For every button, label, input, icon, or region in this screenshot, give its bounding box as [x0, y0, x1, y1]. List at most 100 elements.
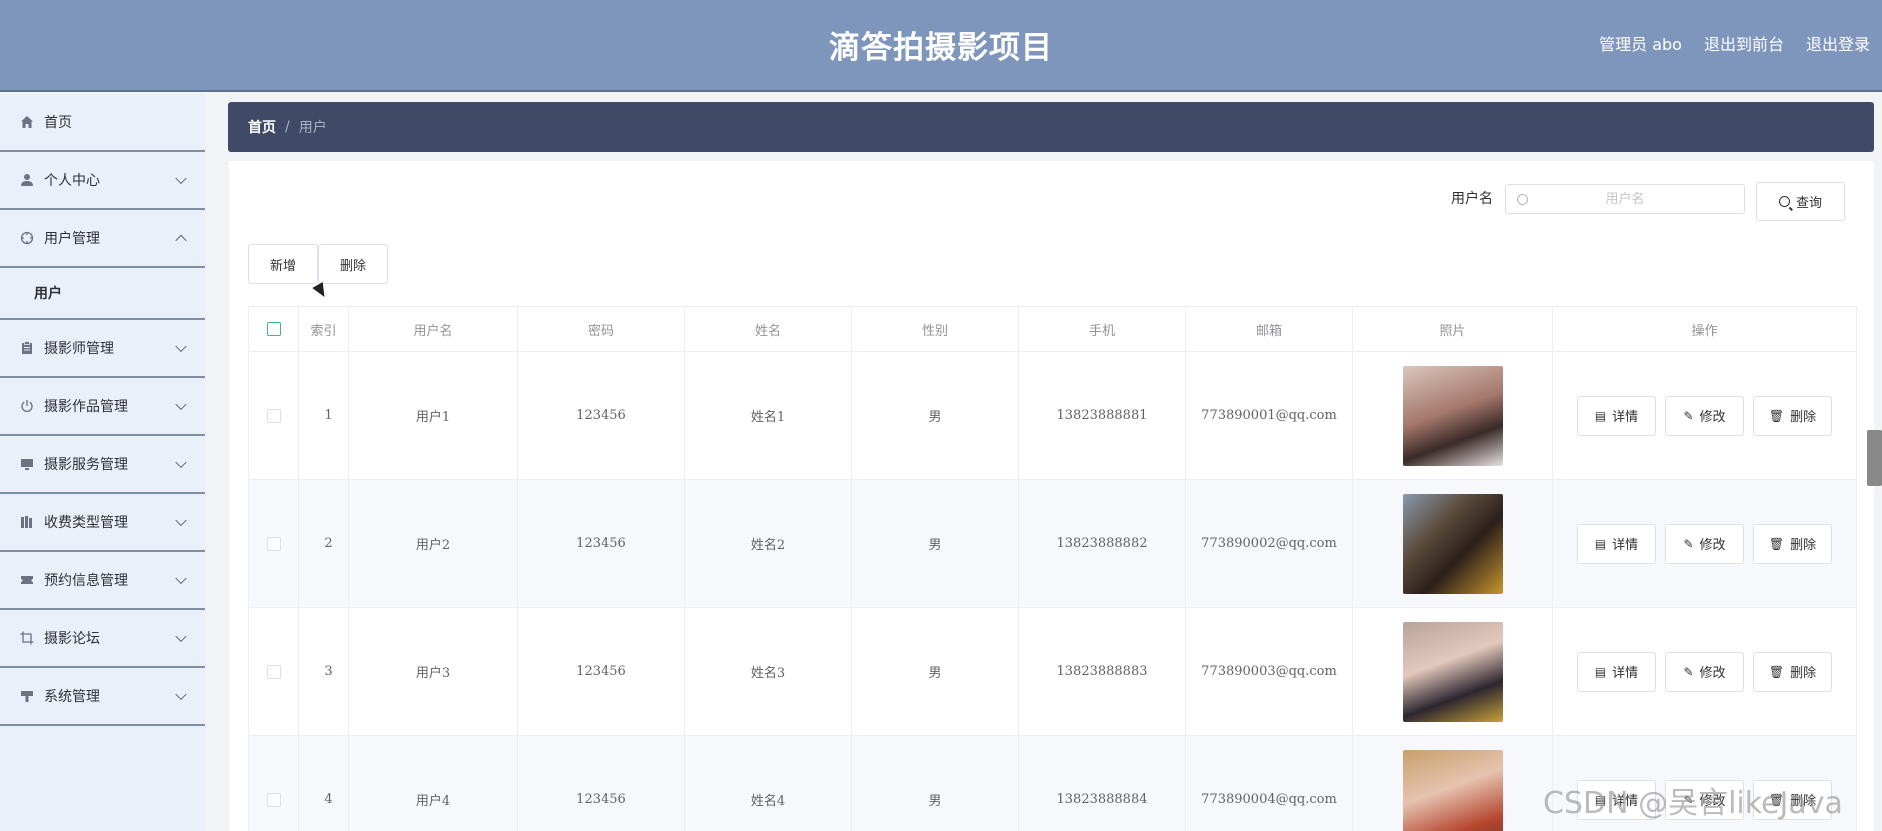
sidebar-item-label: 个人中心 [44, 173, 100, 189]
chevron-down-icon [175, 172, 187, 185]
sidebar: 首页 个人中心 用户管理 用户 摄影师管理 摄影作品管理 摄影服务管理 收费类型… [0, 94, 205, 831]
sidebar-item-home[interactable]: 首页 [0, 94, 205, 152]
sidebar-item-works-management[interactable]: 摄影作品管理 [0, 378, 205, 436]
password-cell: 123456 [517, 735, 685, 831]
chevron-down-icon [175, 630, 187, 643]
name-cell: 姓名2 [684, 479, 852, 608]
user-photo [1402, 621, 1503, 722]
column-header: 索引 [298, 306, 349, 352]
sidebar-item-booking-management[interactable]: 预约信息管理 [0, 552, 205, 610]
column-header: 手机 [1018, 306, 1186, 352]
admin-username: 管理员 abo [1599, 35, 1682, 54]
document-icon: ▤ [1594, 536, 1607, 551]
edit-button[interactable]: ✎ 修改 [1665, 395, 1744, 436]
search-icon [1517, 194, 1528, 205]
select-all-checkbox[interactable] [266, 322, 281, 336]
crop-icon [18, 629, 36, 647]
page-scrollbar[interactable] [1867, 430, 1882, 486]
row-checkbox[interactable] [266, 536, 281, 551]
sidebar-item-label: 系统管理 [44, 689, 100, 705]
sidebar-item-service-management[interactable]: 摄影服务管理 [0, 436, 205, 494]
chevron-down-icon [175, 340, 187, 353]
breadcrumb-current: 用户 [298, 120, 327, 136]
table-row: 3 用户3 123456 姓名3 男 13823888883 773890003… [248, 607, 1857, 736]
search-label: 用户名 [1451, 191, 1493, 207]
batch-delete-button[interactable]: 删除 [318, 244, 388, 284]
query-button[interactable]: 查询 [1756, 182, 1845, 221]
select-all-cell [248, 306, 299, 352]
sidebar-item-label: 摄影服务管理 [44, 457, 128, 473]
detail-label: 详情 [1612, 410, 1639, 425]
name-cell: 姓名3 [684, 607, 852, 736]
photo-cell [1352, 735, 1553, 831]
trash-icon: 🗑 [1768, 664, 1785, 679]
tool-icon [18, 687, 36, 705]
detail-button[interactable]: ▤ 详情 [1577, 395, 1656, 436]
phone-cell: 13823888883 [1018, 607, 1186, 736]
detail-button[interactable]: ▤ 详情 [1577, 523, 1656, 564]
sidebar-item-fee-type-management[interactable]: 收费类型管理 [0, 494, 205, 552]
edit-button[interactable]: ✎ 修改 [1665, 651, 1744, 692]
row-select-cell [248, 607, 299, 736]
delete-button[interactable]: 🗑 删除 [1753, 395, 1832, 436]
sidebar-item-forum[interactable]: 摄影论坛 [0, 610, 205, 668]
row-select-cell [248, 735, 299, 831]
detail-button[interactable]: ▤ 详情 [1577, 651, 1656, 692]
row-checkbox[interactable] [266, 792, 281, 807]
username-cell: 用户2 [348, 479, 518, 608]
breadcrumb-separator: / [285, 119, 290, 135]
pencil-icon: ✎ [1683, 536, 1694, 551]
pencil-icon: ✎ [1683, 408, 1694, 423]
photo-cell [1352, 607, 1553, 736]
sidebar-item-label: 摄影论坛 [44, 631, 100, 647]
photo-cell [1352, 351, 1553, 480]
watermark: CSDN @吴言likeJava [1543, 786, 1843, 821]
name-cell: 姓名1 [684, 351, 852, 480]
email-cell: 773890001@qq.com [1185, 351, 1353, 480]
column-header: 性别 [851, 306, 1019, 352]
email-cell: 773890004@qq.com [1185, 735, 1353, 831]
index-cell: 2 [298, 479, 349, 608]
delete-button[interactable]: 🗑 删除 [1753, 651, 1832, 692]
edit-button[interactable]: ✎ 修改 [1665, 523, 1744, 564]
exit-to-front-link[interactable]: 退出到前台 [1704, 31, 1784, 55]
column-header: 操作 [1552, 306, 1857, 352]
sidebar-item-personal-center[interactable]: 个人中心 [0, 152, 205, 210]
clipboard-icon [18, 339, 36, 357]
row-select-cell [248, 479, 299, 608]
row-checkbox[interactable] [266, 664, 281, 679]
email-cell: 773890002@qq.com [1185, 479, 1353, 608]
row-checkbox[interactable] [266, 408, 281, 423]
crosshair-icon [18, 229, 36, 247]
power-icon [18, 397, 36, 415]
sidebar-item-system-management[interactable]: 系统管理 [0, 668, 205, 726]
column-header: 用户名 [348, 306, 518, 352]
sidebar-item-photographer-management[interactable]: 摄影师管理 [0, 320, 205, 378]
table-header-row: 索引 用户名 密码 姓名 性别 手机 邮箱 照片 操作 [248, 306, 1857, 352]
header-links: 管理员 abo 退出到前台 退出登录 [1599, 31, 1870, 55]
chevron-down-icon [175, 398, 187, 411]
sidebar-item-label: 收费类型管理 [44, 515, 128, 531]
users-table: 索引 用户名 密码 姓名 性别 手机 邮箱 照片 操作 1 用户1 123456… [248, 306, 1857, 831]
phone-cell: 13823888881 [1018, 351, 1186, 480]
name-cell: 姓名4 [684, 735, 852, 831]
add-button[interactable]: 新增 [248, 244, 318, 284]
username-cell: 用户4 [348, 735, 518, 831]
sidebar-item-user-management[interactable]: 用户管理 [0, 210, 205, 268]
username-cell: 用户1 [348, 351, 518, 480]
phone-cell: 13823888884 [1018, 735, 1186, 831]
chevron-up-icon [175, 234, 187, 247]
trash-icon: 🗑 [1768, 536, 1785, 551]
column-header: 照片 [1352, 306, 1553, 352]
column-header: 密码 [517, 306, 685, 352]
search-icon [1778, 196, 1790, 207]
username-search-input[interactable] [1506, 185, 1744, 213]
sidebar-item-label: 摄影师管理 [44, 341, 114, 357]
breadcrumb-home[interactable]: 首页 [248, 117, 276, 137]
sidebar-subitem-users[interactable]: 用户 [0, 268, 205, 320]
logout-link[interactable]: 退出登录 [1806, 31, 1870, 55]
document-icon: ▤ [1594, 408, 1607, 423]
delete-button[interactable]: 🗑 删除 [1753, 523, 1832, 564]
password-cell: 123456 [517, 479, 685, 608]
breadcrumb: 首页 / 用户 [228, 102, 1874, 152]
